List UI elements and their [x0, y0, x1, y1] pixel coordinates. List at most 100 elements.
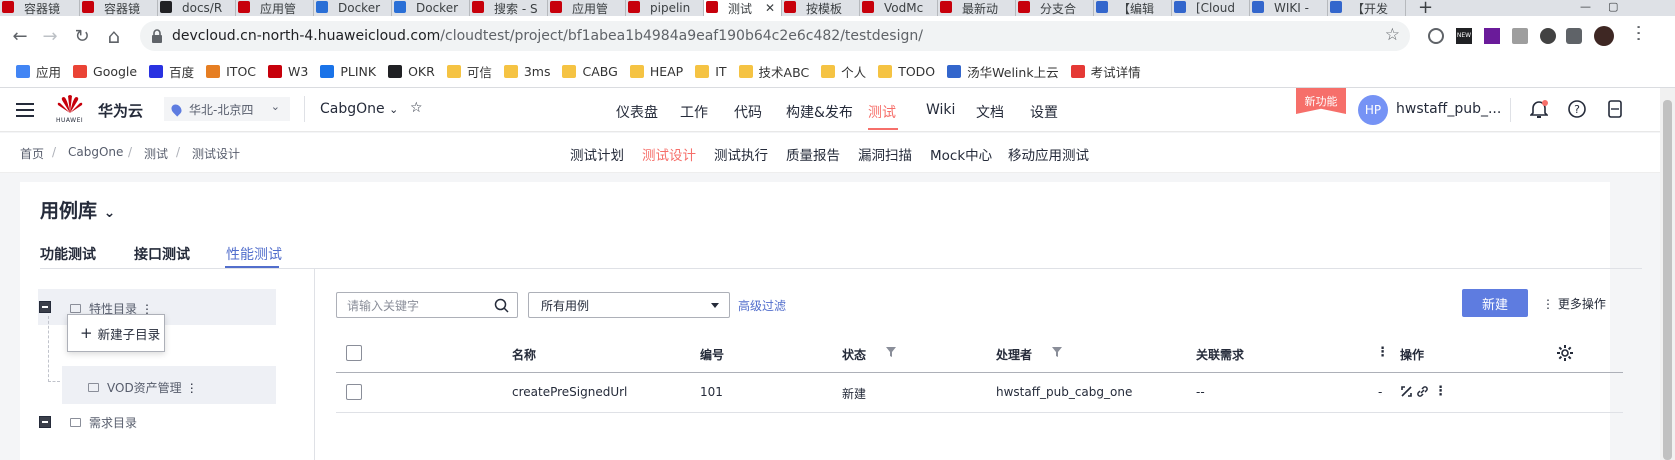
bookmark-item[interactable]: IT	[689, 60, 732, 84]
new-feature-badge[interactable]: 新功能	[1296, 88, 1346, 114]
project-selector[interactable]: CabgOne ⌄	[320, 101, 398, 117]
breadcrumb-item[interactable]: 首页	[20, 145, 44, 162]
back-icon[interactable]: ←	[8, 24, 32, 48]
help-icon[interactable]: ?	[1568, 100, 1586, 118]
sub-nav-item[interactable]: 测试计划	[570, 144, 624, 164]
bookmark-item[interactable]: CABG	[556, 60, 623, 84]
library-tab[interactable]: 性能测试	[226, 244, 282, 264]
browser-tab[interactable]: 【开发	[1328, 0, 1406, 16]
more-operations-button[interactable]: ⋮ 更多操作	[1542, 295, 1606, 312]
bookmark-item[interactable]: 汤华Welink上云	[941, 60, 1064, 84]
bookmark-item[interactable]: 3ms	[498, 60, 557, 84]
column-header-requirement[interactable]: 关联需求	[1196, 346, 1244, 363]
column-settings-gear-icon[interactable]	[1556, 344, 1574, 362]
browser-tab[interactable]: 应用管	[236, 0, 314, 16]
breadcrumb-item[interactable]: CabgOne	[68, 145, 123, 159]
new-subdirectory-popover[interactable]: + 新建子目录	[67, 314, 165, 352]
browser-tab[interactable]: 容器镜	[80, 0, 158, 16]
column-header-actions[interactable]: 操作	[1400, 346, 1424, 363]
row-more-icon[interactable]: ⋮	[1434, 384, 1447, 399]
tree-node-requirement[interactable]: 需求目录	[70, 414, 137, 431]
column-header-id[interactable]: 编号	[700, 346, 724, 363]
sub-nav-item[interactable]: 测试设计	[642, 144, 696, 164]
browser-tab[interactable]: WIKI -	[1250, 0, 1328, 16]
library-tab[interactable]: 功能测试	[40, 244, 96, 264]
bookmark-item[interactable]: 应用	[10, 60, 67, 84]
column-resize-handle[interactable]: ⋮	[1376, 345, 1389, 360]
nav-item[interactable]: 工作	[680, 102, 708, 122]
browser-tab[interactable]: pipelin	[626, 0, 704, 16]
bookmark-item[interactable]: W3	[262, 60, 314, 84]
filter-funnel-icon[interactable]	[1052, 347, 1062, 357]
browser-tab[interactable]: 按模板	[782, 0, 860, 16]
nav-item[interactable]: 测试	[868, 102, 896, 122]
notification-bell-icon[interactable]	[1530, 100, 1548, 120]
collapse-icon[interactable]	[39, 301, 51, 313]
search-input[interactable]: 请输入关键字	[336, 292, 518, 318]
maximize-window-icon[interactable]: ▢	[1608, 0, 1618, 13]
nav-item[interactable]: 设置	[1030, 102, 1058, 122]
new-extension-icon[interactable]: NEW	[1456, 28, 1472, 44]
nav-item[interactable]: 文档	[976, 102, 1004, 122]
reload-icon[interactable]: ↻	[70, 24, 94, 48]
nav-item[interactable]: Wiki	[926, 102, 955, 118]
brand-name[interactable]: 华为云	[98, 100, 143, 121]
browser-tab[interactable]: VodMc	[860, 0, 938, 16]
bookmark-item[interactable]: Google	[67, 60, 143, 84]
execute-icon[interactable]	[1400, 385, 1413, 398]
bookmark-item[interactable]: 个人	[815, 60, 872, 84]
sub-nav-item[interactable]: 测试执行	[714, 144, 768, 164]
region-selector[interactable]: 华北-北京四 ⌄	[164, 97, 290, 121]
sub-nav-item[interactable]: Mock中心	[930, 144, 992, 164]
browser-tab[interactable]: Docker	[314, 0, 392, 16]
sub-nav-item[interactable]: 移动应用测试	[1008, 144, 1089, 164]
bookmark-item[interactable]: PLINK	[314, 60, 382, 84]
library-tab[interactable]: 接口测试	[134, 244, 190, 264]
puzzle-icon[interactable]	[1566, 28, 1582, 44]
avatar[interactable]: HP	[1358, 95, 1388, 125]
browser-tab[interactable]: 测试 ✕	[704, 0, 782, 16]
browser-tab[interactable]: 应用管	[548, 0, 626, 16]
bookmark-item[interactable]: HEAP	[624, 60, 689, 84]
column-header-handler[interactable]: 处理者	[996, 346, 1032, 363]
search-icon[interactable]	[494, 298, 509, 313]
extension-icon[interactable]	[1428, 28, 1444, 44]
browser-tab[interactable]: Docker	[392, 0, 470, 16]
more-icon[interactable]: ⋮	[186, 381, 198, 395]
select-all-checkbox[interactable]	[346, 345, 362, 361]
bookmark-item[interactable]: OKR	[382, 60, 441, 84]
ext-circle-icon[interactable]	[1540, 28, 1556, 44]
bookmark-item[interactable]: 百度	[143, 60, 200, 84]
nav-item[interactable]: 构建&发布	[786, 102, 853, 122]
page-title[interactable]: 用例库 ⌄	[40, 196, 115, 223]
bookmark-item[interactable]: ITOC	[200, 60, 262, 84]
browser-tab[interactable]: 容器镜	[0, 0, 80, 16]
bookmark-item[interactable]: 考试详情	[1065, 60, 1147, 84]
address-bar[interactable]: devcloud.cn-north-4.huaweicloud.com/clou…	[140, 21, 1410, 51]
favorite-star-icon[interactable]: ☆	[410, 100, 423, 116]
bookmark-star-icon[interactable]: ☆	[1385, 25, 1400, 45]
rp-extension-icon[interactable]	[1484, 28, 1500, 44]
bookmark-item[interactable]: 可信	[441, 60, 498, 84]
browser-tab[interactable]: docs/R	[158, 0, 236, 16]
nav-item[interactable]: 仪表盘	[616, 102, 658, 122]
new-tab-icon[interactable]: +	[1418, 0, 1433, 16]
breadcrumb-item[interactable]: 测试	[144, 145, 168, 162]
column-header-status[interactable]: 状态	[842, 346, 866, 363]
browser-tab[interactable]: 【编辑	[1094, 0, 1172, 16]
hamburger-menu-icon[interactable]	[16, 102, 34, 118]
browser-menu-icon[interactable]: ⋯	[1628, 24, 1649, 42]
collapse-icon[interactable]	[39, 416, 51, 428]
case-name-link[interactable]: createPreSignedUrl	[512, 385, 627, 399]
case-filter-select[interactable]: 所有用例	[528, 292, 730, 318]
new-case-button[interactable]: 新建	[1462, 289, 1528, 317]
ext-icon[interactable]	[1512, 28, 1528, 44]
nav-item[interactable]: 代码	[734, 102, 762, 122]
forward-icon[interactable]: →	[38, 24, 62, 48]
browser-tab[interactable]: 分支合	[1016, 0, 1094, 16]
home-icon[interactable]: ⌂	[102, 24, 126, 48]
page-scrollbar-thumb[interactable]	[1663, 100, 1672, 460]
mobile-device-icon[interactable]	[1608, 100, 1622, 118]
bookmark-item[interactable]: TODO	[872, 60, 941, 84]
browser-tab[interactable]: 最新动	[938, 0, 1016, 16]
